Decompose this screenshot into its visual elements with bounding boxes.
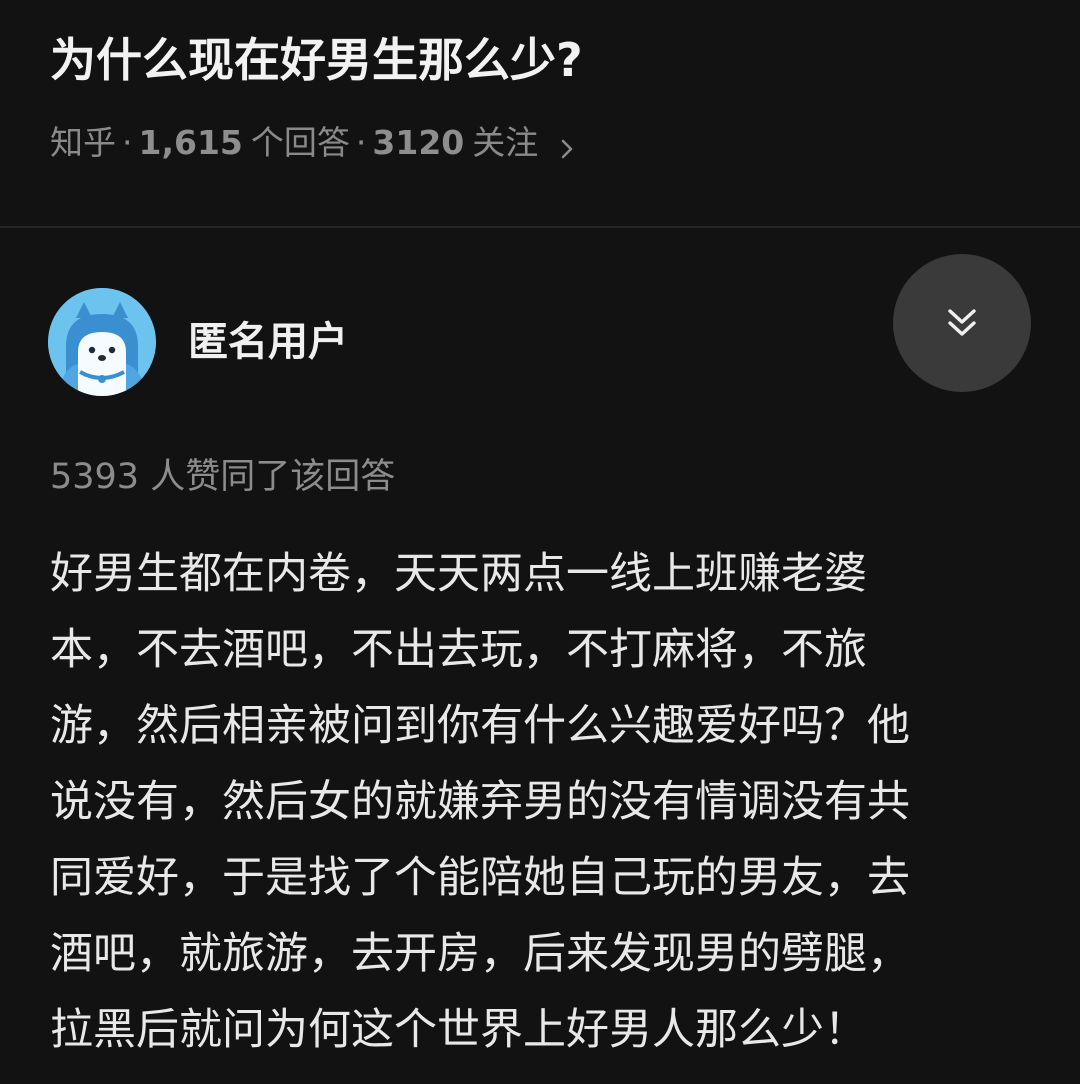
- answer-line: 同爱好，于是找了个能陪她自己玩的男友，去: [50, 853, 910, 903]
- source-label: 知乎: [50, 123, 116, 162]
- meta-separator: ·: [122, 123, 133, 162]
- chevron-right-icon[interactable]: [552, 128, 582, 159]
- answer-body: 好男生都在内卷，天天两点一线上班赚老婆 本，不去酒吧，不出去玩，不打麻将，不旅 …: [50, 536, 1030, 1068]
- meta-separator: ·: [355, 123, 367, 162]
- answers-label: 个回答: [250, 123, 350, 162]
- answer-line: 本，不去酒吧，不出去玩，不打麻将，不旅: [50, 625, 867, 675]
- author-name[interactable]: 匿名用户: [188, 314, 348, 370]
- answer-line: 说没有，然后女的就嫌弃男的没有情调没有共: [50, 777, 910, 827]
- answer-line: 酒吧，就旅游，去开房，后来发现男的劈腿，: [50, 929, 910, 979]
- anonymous-user-avatar-icon: [48, 288, 156, 396]
- question-title: 为什么现在好男生那么少?: [50, 33, 583, 87]
- answer-line: 拉黑后就问为何这个世界上好男人那么少！: [50, 1005, 867, 1055]
- section-divider: [0, 226, 1080, 228]
- double-chevron-down-icon: [948, 309, 976, 336]
- avatar[interactable]: [48, 288, 156, 396]
- answers-count: 1,615: [138, 123, 243, 162]
- answer-line: 好男生都在内卷，天天两点一线上班赚老婆: [50, 549, 867, 599]
- collapse-button[interactable]: [893, 254, 1031, 392]
- question-meta[interactable]: 知乎 · 1,615 个回答 · 3120 关注: [50, 118, 582, 168]
- follows-count: 3120: [372, 123, 465, 162]
- upvote-count: 5393 人赞同了该回答: [50, 457, 396, 497]
- follows-label: 关注: [472, 123, 539, 162]
- answer-line: 游，然后相亲被问到你有什么兴趣爱好吗？他: [50, 701, 910, 751]
